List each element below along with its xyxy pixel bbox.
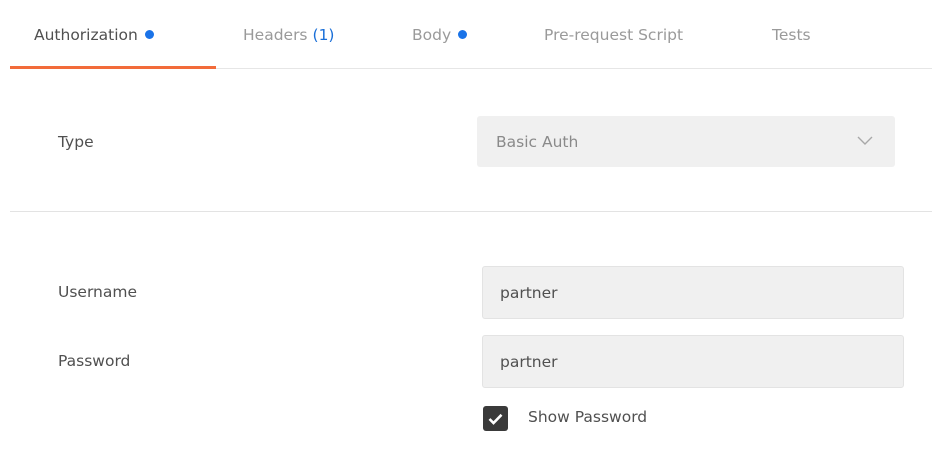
tab-headers[interactable]: Headers (1) xyxy=(243,0,334,69)
tab-pre-request-script[interactable]: Pre-request Script xyxy=(544,0,683,69)
headers-count-badge: (1) xyxy=(312,25,335,44)
type-label: Type xyxy=(58,133,94,151)
password-input[interactable] xyxy=(482,335,904,388)
tab-body[interactable]: Body xyxy=(412,0,468,69)
show-password-checkbox[interactable] xyxy=(483,406,508,431)
password-label: Password xyxy=(58,352,131,370)
tab-authorization-label: Authorization xyxy=(34,25,138,44)
request-tabs: Authorization Headers (1) Body Pre-reque… xyxy=(10,0,932,69)
authorization-panel: Authorization Headers (1) Body Pre-reque… xyxy=(0,0,932,459)
chevron-down-icon xyxy=(857,136,873,145)
blue-dot-icon xyxy=(458,30,468,39)
tab-pre-request-script-label: Pre-request Script xyxy=(544,25,684,44)
tab-body-label: Body xyxy=(412,25,452,44)
active-tab-indicator xyxy=(10,66,216,69)
check-icon xyxy=(488,413,503,425)
auth-type-value: Basic Auth xyxy=(496,132,579,151)
auth-type-select[interactable]: Basic Auth xyxy=(477,116,895,167)
username-input[interactable] xyxy=(482,266,904,319)
show-password-label[interactable]: Show Password xyxy=(528,408,647,426)
tab-authorization[interactable]: Authorization xyxy=(34,0,154,69)
username-label: Username xyxy=(58,283,138,301)
tab-tests-label: Tests xyxy=(772,25,811,44)
tab-tests[interactable]: Tests xyxy=(772,0,811,69)
tab-headers-label: Headers xyxy=(243,25,308,44)
section-divider xyxy=(10,211,932,212)
blue-dot-icon xyxy=(144,30,154,39)
